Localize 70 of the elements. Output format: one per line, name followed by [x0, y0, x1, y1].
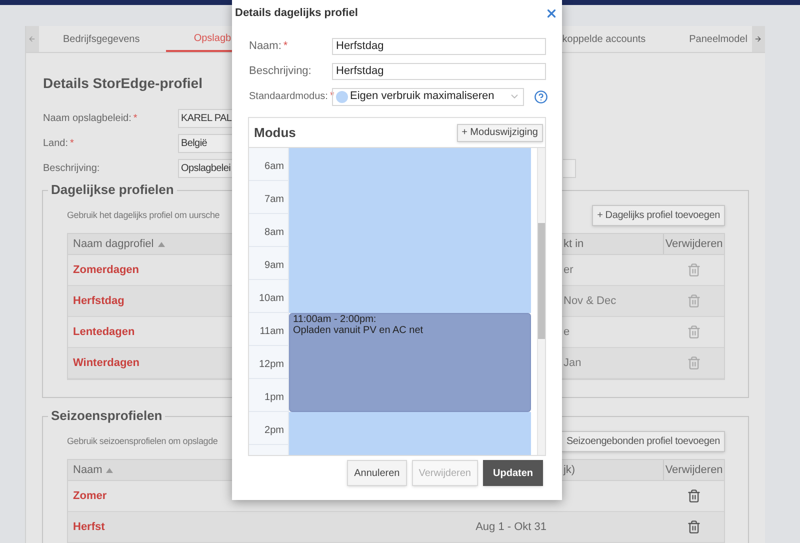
required-mark: * [70, 138, 74, 149]
tab[interactable]: Bedrijfsgegevens [38, 26, 166, 52]
close-icon[interactable] [545, 6, 558, 20]
mode-event-block[interactable]: 11:00am - 2:00pm: Opladen vanuit PV en AC net [289, 313, 531, 412]
column-header: kt in [563, 236, 584, 252]
hour-label: 11am [260, 326, 284, 337]
profile-name-link[interactable]: Herfst [73, 520, 105, 533]
column-header: Verwijderen [665, 464, 723, 476]
required-mark: * [133, 113, 138, 124]
arrow-left-icon [28, 35, 36, 43]
arrow-right-icon [754, 35, 762, 43]
hour-label: 10am [258, 293, 284, 304]
column-header[interactable]: Naam [73, 462, 102, 478]
table-cell: er [564, 264, 574, 276]
section-legend: Dagelijkse profielen [48, 182, 177, 197]
table-cell: Jan [564, 356, 582, 369]
sort-icon [158, 242, 165, 246]
tab[interactable]: Paneelmodel [689, 26, 752, 52]
input-field[interactable]: Herfstdag [332, 63, 546, 80]
profile-name-link[interactable]: Winterdagen [73, 356, 140, 369]
field-label: Standaardmodus: [249, 91, 328, 102]
dialog-button[interactable]: Annuleren [347, 460, 407, 486]
table-cell: e [564, 326, 570, 338]
add-profile-button[interactable]: + Dagelijks profiel toevoegen [592, 205, 725, 226]
sort-icon [106, 468, 114, 472]
section-description: Gebruik seizoensprofielen om opslagde [67, 436, 218, 446]
input-field[interactable]: KAREL PAL [178, 109, 233, 128]
column-header[interactable]: Naam dagprofiel [73, 236, 154, 252]
table-cell: Nov & Dec [564, 294, 616, 307]
input-field[interactable] [563, 159, 576, 178]
event-description: Opladen vanuit PV en AC net [293, 325, 424, 336]
hour-label: 7am [264, 194, 284, 205]
column-header: Verwijderen [665, 238, 723, 250]
panel-title: Modus [254, 124, 296, 142]
hour-label: 2pm [264, 425, 284, 436]
event-time: 11:00am - 2:00pm: [293, 314, 378, 325]
required-mark: * [283, 40, 288, 52]
dialog-title: Details dagelijks profiel [235, 6, 358, 21]
hour-label: 6am [264, 161, 284, 172]
tab-scroll-right-button[interactable] [752, 26, 765, 52]
field-label: Land: [43, 138, 68, 149]
page-title: Details StorEdge-profiel [43, 75, 202, 91]
field-label: Beschrijving: [249, 65, 312, 78]
help-icon[interactable] [534, 90, 548, 104]
trash-icon[interactable] [687, 520, 702, 534]
add-profile-button[interactable]: Seizoengebonden profiel toevoegen [561, 431, 725, 452]
section-legend: Seizoensprofielen [48, 408, 166, 423]
hour-label: 1pm [264, 392, 284, 403]
profile-name-link[interactable]: Zomerdagen [73, 264, 140, 276]
section-description: Gebruik het dagelijks profiel om uursche [67, 210, 220, 220]
dialog-button[interactable]: Updaten [483, 460, 543, 486]
tab[interactable]: koppelde accounts [562, 26, 690, 52]
profile-name-link[interactable]: Herfstdag [73, 294, 124, 307]
hour-label: 8am [264, 227, 284, 238]
hour-label: 9am [264, 260, 284, 271]
default-mode-area[interactable] [289, 148, 531, 313]
input-field[interactable]: België [178, 134, 233, 153]
field-label: Naam: [249, 40, 282, 52]
field-label: Beschrijving: [43, 163, 100, 174]
table-cell-text: Aug 1 - Okt 31 [476, 520, 546, 535]
tab-scroll-left-button[interactable] [26, 26, 39, 52]
column-header: jk) [563, 462, 576, 478]
input-field[interactable]: Herfstdag [332, 38, 546, 55]
trash-icon[interactable] [687, 489, 702, 503]
add-mode-change-button[interactable]: + Moduswijziging [456, 124, 543, 142]
profile-name-link[interactable]: Zomer [73, 490, 107, 502]
field-label: Naam opslagbeleid: [43, 113, 132, 124]
input-field[interactable]: Opslagbelei [178, 159, 233, 178]
hour-label: 12pm [258, 359, 284, 370]
profile-name-link[interactable]: Lentedagen [73, 326, 135, 338]
